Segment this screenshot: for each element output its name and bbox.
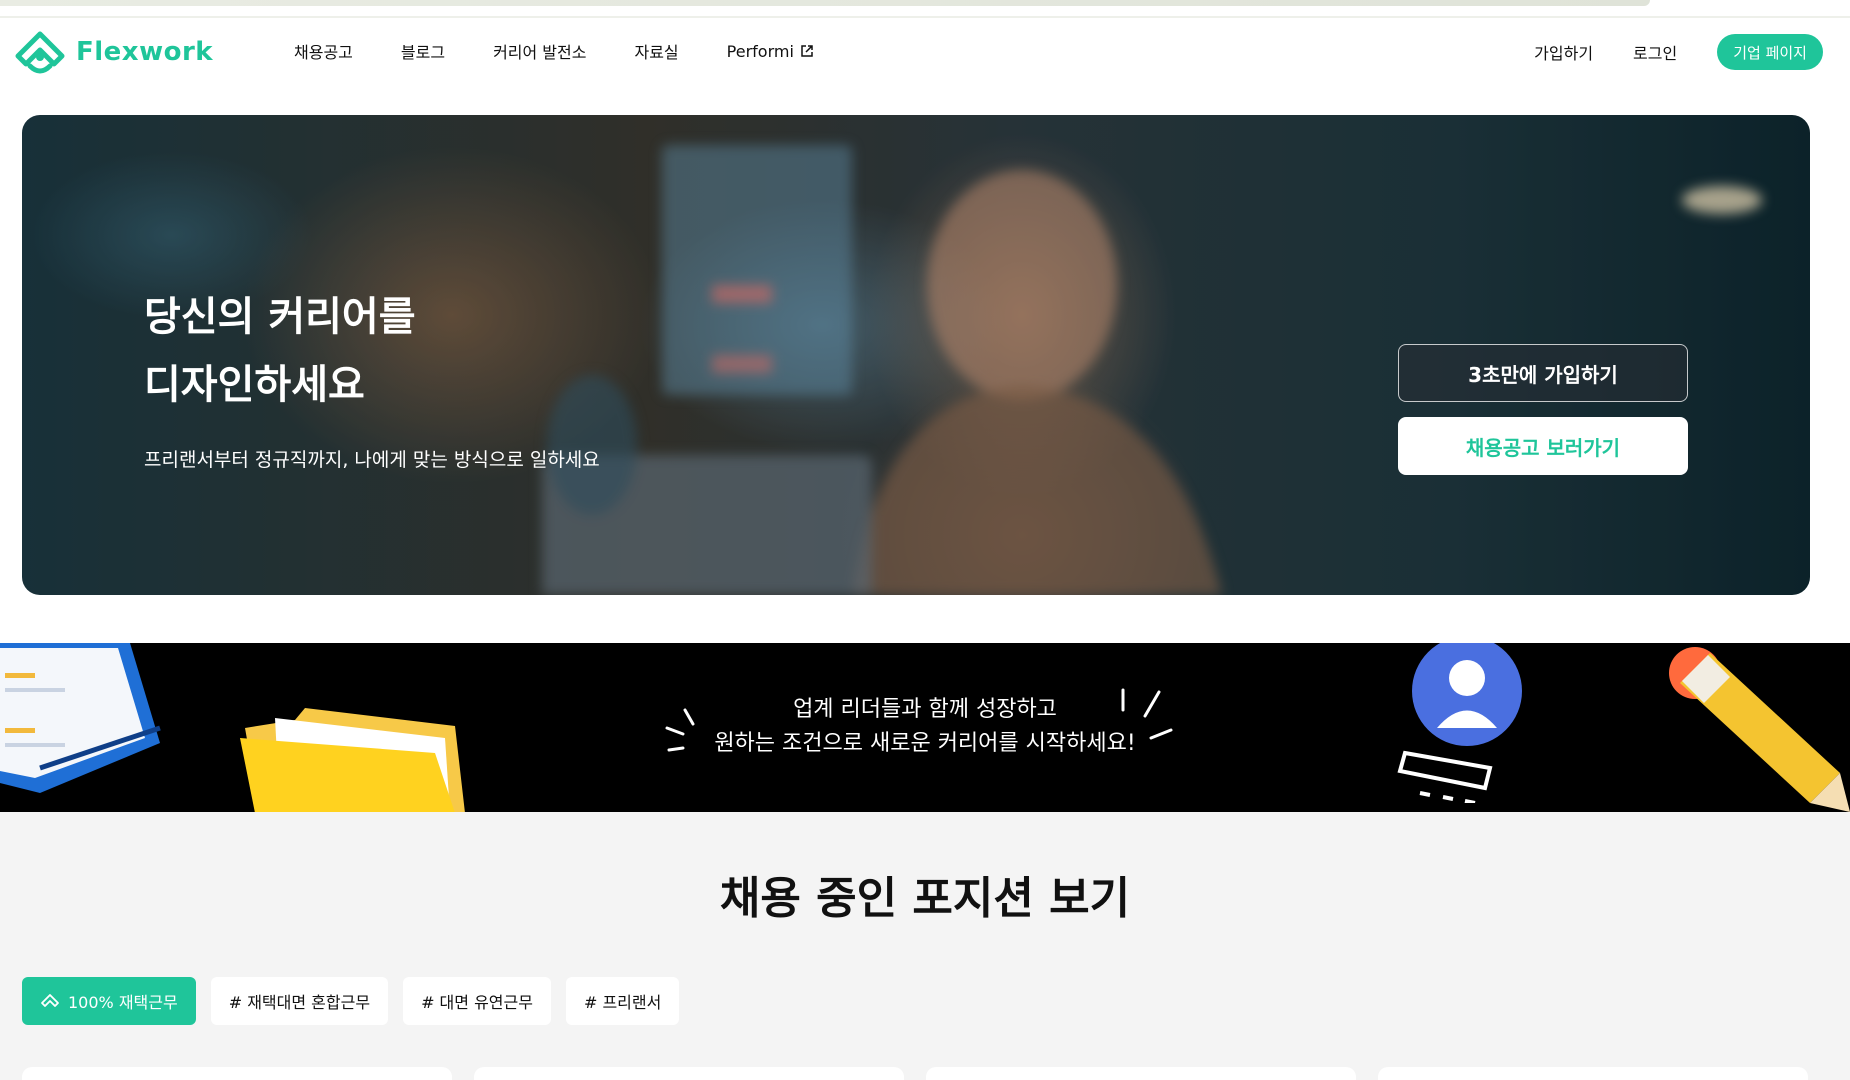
- nav-item-performi[interactable]: Performi: [727, 42, 814, 61]
- filter-chip-onsite-flexible[interactable]: # 대면 유연근무: [403, 977, 551, 1025]
- positions-section: 채용 중인 포지션 보기 100% 재택근무 # 재택대면 혼합근무 # 대면 …: [0, 812, 1850, 1080]
- job-card[interactable]: [474, 1067, 904, 1080]
- hero-title-line-1: 당신의 커리어를: [144, 294, 416, 340]
- filter-chip-label: # 재택대면 혼합근무: [228, 993, 371, 1012]
- brand-name: Flexwork: [76, 37, 214, 67]
- nav-item-jobs[interactable]: 채용공고: [294, 39, 353, 63]
- external-link-icon: [801, 45, 813, 57]
- nav-item-label: 커리어 발전소: [493, 43, 587, 62]
- sparkle-right-icon: [1121, 688, 1173, 740]
- positions-title: 채용 중인 포지션 보기: [719, 873, 1131, 924]
- banner-line-2: 원하는 조건으로 새로운 커리어를 시작하세요!: [714, 731, 1136, 756]
- hero-banner: 당신의 커리어를 디자인하세요 프리랜서부터 정규직까지, 나에게 맞는 방식으…: [22, 115, 1810, 595]
- nav-item-career[interactable]: 커리어 발전소: [493, 39, 586, 63]
- company-page-button[interactable]: 기업 페이지: [1717, 34, 1823, 70]
- nav-item-label: 채용공고: [294, 43, 353, 62]
- flexwork-logo-icon: [15, 31, 65, 74]
- profile-illustration: [1397, 643, 1522, 803]
- job-card[interactable]: [1378, 1067, 1808, 1080]
- job-card-list: [22, 1067, 1808, 1080]
- banner-line-1: 업계 리더들과 함께 성장하고: [793, 697, 1057, 722]
- filter-chip-label: # 대면 유연근무: [421, 993, 533, 1012]
- hero-title: 당신의 커리어를 디자인하세요: [144, 283, 416, 419]
- hero-title-line-2: 디자인하세요: [144, 362, 365, 408]
- header-actions: 가입하기 로그인 기업 페이지: [1534, 34, 1823, 70]
- nav-item-blog[interactable]: 블로그: [401, 39, 445, 63]
- filter-chip-freelancer[interactable]: # 프리랜서: [565, 977, 680, 1025]
- hero-subtitle: 프리랜서부터 정규직까지, 나에게 맞는 방식으로 일하세요: [144, 449, 600, 471]
- nav-item-label: 자료실: [634, 43, 679, 62]
- job-card[interactable]: [926, 1067, 1356, 1080]
- job-card[interactable]: [22, 1067, 452, 1080]
- promo-banner: 업계 리더들과 함께 성장하고 원하는 조건으로 새로운 커리어를 시작하세요!: [0, 643, 1850, 812]
- filter-chip-label: 100% 재택근무: [68, 993, 178, 1012]
- pencil-illustration: [1669, 647, 1850, 812]
- flexwork-logo[interactable]: Flexwork: [12, 30, 213, 74]
- remote-home-icon: [41, 994, 59, 1007]
- filter-chip-hybrid[interactable]: # 재택대면 혼합근무: [210, 977, 389, 1025]
- signup-link[interactable]: 가입하기: [1534, 40, 1593, 64]
- view-jobs-button[interactable]: 채용공고 보러가기: [1398, 417, 1688, 475]
- banner-message: 업계 리더들과 함께 성장하고 원하는 조건으로 새로운 커리어를 시작하세요!: [0, 693, 1850, 761]
- quick-signup-button[interactable]: 3초만에 가입하기: [1398, 344, 1688, 402]
- browser-top-strip: [0, 0, 1850, 18]
- site-header: Flexwork 채용공고 블로그 커리어 발전소 자료실 Performi 가…: [0, 20, 1850, 82]
- main-nav: 채용공고 블로그 커리어 발전소 자료실 Performi: [294, 20, 862, 82]
- login-link[interactable]: 로그인: [1633, 40, 1677, 64]
- nav-item-resources[interactable]: 자료실: [634, 39, 678, 63]
- nav-item-label: 블로그: [400, 43, 446, 62]
- filter-chip-remote[interactable]: 100% 재택근무: [22, 977, 196, 1025]
- work-type-filters: 100% 재택근무 # 재택대면 혼합근무 # 대면 유연근무 # 프리랜서: [22, 977, 680, 1025]
- filter-chip-label: # 프리랜서: [583, 993, 662, 1012]
- nav-item-label: Performi: [726, 41, 794, 61]
